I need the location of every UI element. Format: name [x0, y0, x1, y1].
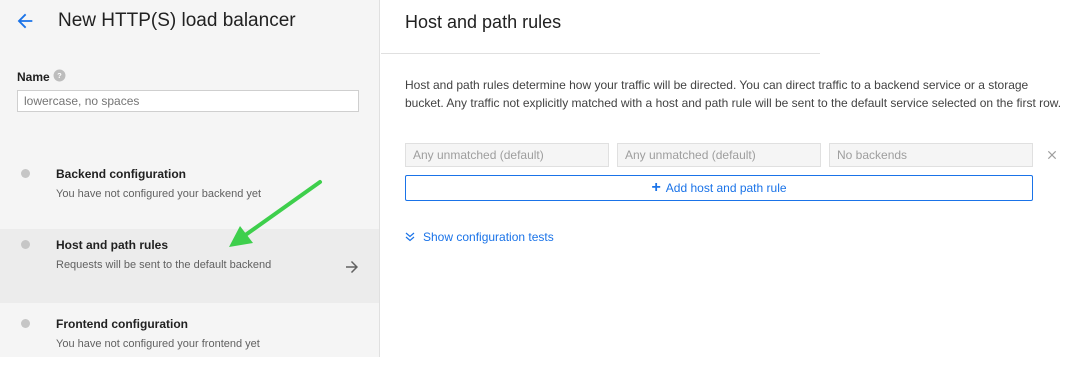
step-description: You have not configured your frontend ye… — [56, 338, 260, 350]
show-tests-label: Show configuration tests — [423, 230, 554, 244]
page-header: New HTTP(S) load balancer — [0, 0, 379, 46]
left-panel: New HTTP(S) load balancer Name ? Backend… — [0, 0, 380, 357]
paths-field[interactable]: Any unmatched (default) — [617, 143, 821, 167]
step-title: Backend configuration — [56, 167, 187, 181]
panel-title: Host and path rules — [405, 12, 562, 32]
host-path-rules-panel: Host and path rules Host and path rules … — [381, 0, 1070, 357]
backend-field[interactable]: No backends — [829, 143, 1033, 167]
show-configuration-tests-link[interactable]: Show configuration tests — [405, 230, 554, 244]
step-description: You have not configured your backend yet — [56, 188, 262, 200]
add-host-path-rule-button[interactable]: + Add host and path rule — [405, 175, 1033, 201]
hosts-field[interactable]: Any unmatched (default) — [405, 143, 609, 167]
step-status-dot — [21, 240, 30, 249]
step-title: Host and path rules — [56, 238, 169, 252]
step-frontend-configuration[interactable]: Frontend configuration You have not conf… — [0, 308, 379, 382]
back-arrow-icon[interactable] — [14, 10, 36, 32]
step-backend-configuration[interactable]: Backend configuration You have not confi… — [0, 158, 379, 232]
plus-icon: + — [651, 179, 661, 196]
svg-text:?: ? — [57, 71, 62, 80]
add-rule-label: Add host and path rule — [665, 181, 787, 195]
arrow-right-icon — [346, 261, 358, 273]
step-title: Frontend configuration — [56, 317, 188, 331]
chevron-down-double-icon — [405, 232, 415, 242]
help-icon[interactable]: ? — [53, 69, 66, 82]
close-icon[interactable] — [1045, 148, 1059, 162]
divider — [381, 53, 820, 54]
name-label: Name — [17, 70, 50, 84]
step-status-dot — [21, 169, 30, 178]
page-title: New HTTP(S) load balancer — [58, 10, 296, 31]
name-input[interactable] — [17, 90, 359, 112]
panel-description: Host and path rules determine how your t… — [405, 78, 1062, 110]
step-description: Requests will be sent to the default bac… — [56, 259, 272, 271]
step-status-dot — [21, 319, 30, 328]
step-host-and-path-rules[interactable]: Host and path rules Requests will be sen… — [0, 229, 379, 303]
